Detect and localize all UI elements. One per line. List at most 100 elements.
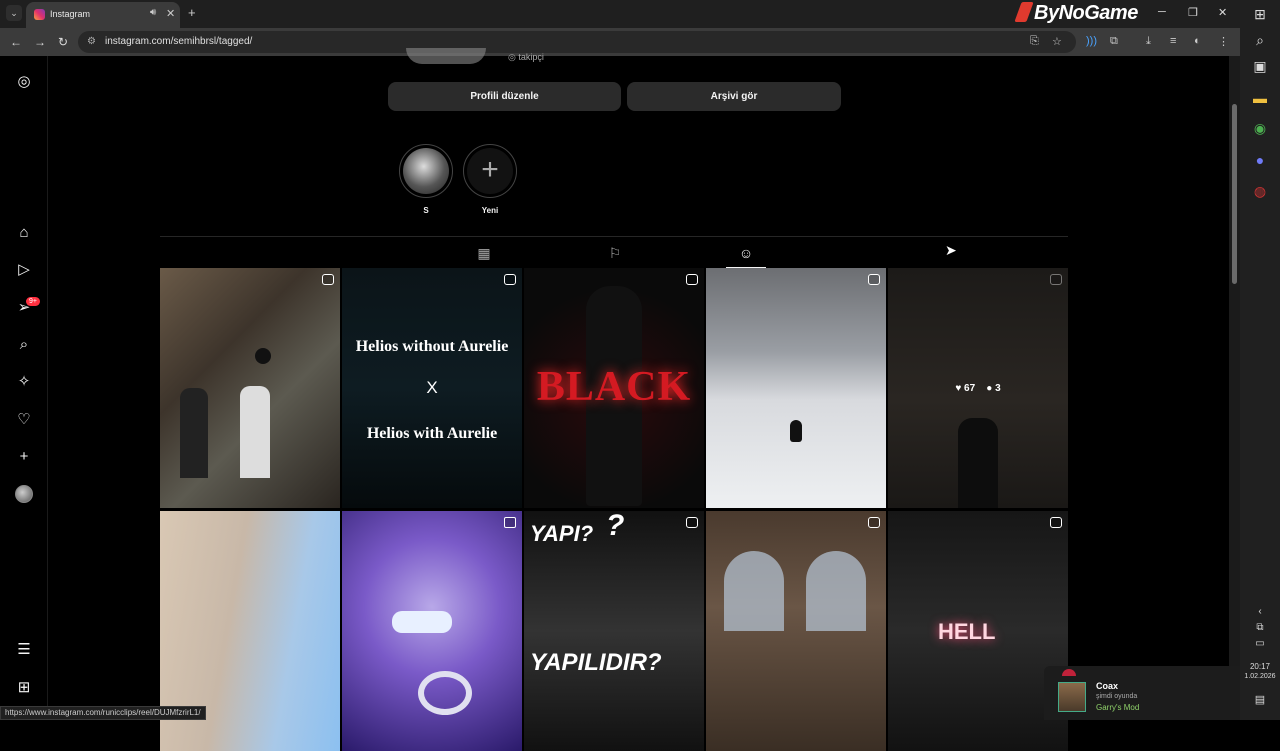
browser-toolbar: ← → ↻ ⚙ instagram.com/semihbrsl/tagged/ … (0, 28, 1240, 56)
page-scrollbar[interactable] (1229, 56, 1240, 720)
new-tab-button[interactable]: + (188, 5, 196, 20)
speaking-icon (255, 348, 271, 364)
minimize-button[interactable]: ─ (1158, 6, 1166, 18)
media-control-icon[interactable]: ≡ (1170, 35, 1176, 47)
reel-icon (686, 517, 698, 528)
post-caption-x: X (426, 378, 438, 397)
install-app-icon[interactable]: ⎘ (1030, 35, 1039, 48)
grid-post-1[interactable] (160, 268, 340, 508)
search-icon[interactable]: ⌕ (1250, 30, 1270, 50)
close-tab-icon[interactable]: ✕ (166, 7, 175, 20)
clock-time[interactable]: 20:17 (1240, 662, 1280, 671)
network-icon[interactable]: ▭ (1250, 634, 1270, 654)
reel-icon (1050, 274, 1062, 285)
post-caption-top: Helios without Aurelie (355, 338, 509, 355)
grid-post-8[interactable]: YAPI? ? YAPILIDIR? (524, 511, 704, 751)
close-window-button[interactable]: ✕ (1218, 6, 1227, 19)
grid-post-3[interactable]: BLACK (524, 268, 704, 508)
explore-icon[interactable]: ✧ (14, 372, 34, 392)
reel-icon (504, 274, 516, 285)
game-activity-toast[interactable]: Coax şimdi oyunda Garry's Mod (1044, 666, 1240, 720)
create-icon[interactable]: + (14, 447, 34, 467)
friend-name: Coax (1096, 681, 1119, 691)
menu-icon[interactable]: ⋮ (1218, 35, 1229, 48)
site-info-icon[interactable]: ⚙ (87, 36, 96, 47)
tagged-icon[interactable]: ☺ (736, 245, 756, 265)
highlight-new[interactable]: + Yeni (462, 144, 518, 215)
post-caption-bottom: Helios with Aurelie (366, 425, 498, 442)
like-count: 67 (964, 383, 976, 394)
friend-game: Garry's Mod (1096, 703, 1140, 712)
profile-main: ◎ takipçi Profili düzenle Arşivi gör S +… (48, 48, 1228, 751)
notification-badge: 9+ (26, 297, 40, 306)
followers-count[interactable]: ◎ takipçi (508, 52, 544, 63)
comment-bubble-icon: ● (986, 383, 993, 394)
bookmark-star-icon[interactable]: ☆ (1052, 35, 1062, 48)
profile-icon[interactable]: ◐ (1194, 35, 1201, 47)
extension-wave-icon[interactable]: ))) (1086, 35, 1097, 47)
comment-count: 3 (995, 383, 1001, 394)
discord-icon[interactable]: ● (1250, 150, 1270, 170)
grid-post-10[interactable]: HELL (888, 511, 1068, 751)
windows-taskbar: ⊞ ⌕ ▣ ▬ ◉ ● ◍ ‹ ⧉ ▭ 20:17 1.02.2026 ▤ (1240, 0, 1280, 720)
extensions-icon[interactable]: ⧉ (1110, 35, 1118, 48)
address-bar[interactable]: ⚙ instagram.com/semihbrsl/tagged/ ⎘ ☆ (78, 31, 1076, 53)
home-icon[interactable]: ⌂ (14, 223, 34, 243)
post-question-mark: ? (606, 511, 625, 542)
grid-post-4[interactable] (706, 268, 886, 508)
edit-profile-button[interactable]: Profili düzenle (388, 82, 621, 111)
highlight-label: S (423, 206, 429, 215)
posts-grid-icon[interactable]: ▦ (474, 245, 494, 265)
grid-post-5[interactable]: ♥ 67 ● 3 (888, 268, 1068, 508)
highlight-s[interactable]: S (398, 144, 454, 215)
profile-tabs: ▦ ⚐ ☺ (160, 236, 1068, 268)
grid-post-7[interactable] (342, 511, 522, 751)
tab-title: Instagram (50, 9, 91, 19)
start-icon[interactable]: ⊞ (1250, 4, 1270, 24)
audio-playing-icon[interactable]: 🔊︎ (150, 7, 156, 18)
penguin (790, 420, 802, 442)
app-icon[interactable]: ◍ (1250, 181, 1270, 201)
saved-bookmark-icon[interactable]: ⚐ (605, 245, 625, 265)
reels-icon[interactable]: ▷ (14, 260, 34, 280)
view-archive-button[interactable]: Arşivi gör (627, 82, 841, 111)
instagram-favicon-icon (34, 9, 45, 20)
also-from-meta-icon[interactable]: ⊞ (14, 678, 34, 698)
url-text[interactable]: instagram.com/semihbrsl/tagged/ (105, 36, 252, 47)
instagram-sidebar: ◎ ⌂ ▷ ➢ 9+ ⌕ ✧ ♡ + ☰ ⊞ (0, 56, 48, 720)
forward-button[interactable]: → (34, 35, 46, 49)
friend-status: şimdi oyunda (1096, 693, 1138, 700)
tab-search-button[interactable]: ⌄ (6, 5, 22, 21)
browser-tab[interactable]: Instagram 🔊︎ ✕ (26, 2, 180, 28)
restore-button[interactable]: ❐ (1188, 6, 1198, 19)
clock-date[interactable]: 1.02.2026 (1240, 673, 1280, 680)
reel-icon (868, 517, 880, 528)
scrollbar-thumb[interactable] (1232, 104, 1237, 284)
task-view-icon[interactable]: ▣ (1250, 56, 1270, 76)
post-black-word: BLACK (536, 364, 692, 410)
post-hell-text: HELL (938, 619, 996, 644)
chrome-icon[interactable]: ◉ (1250, 118, 1270, 138)
more-menu-icon[interactable]: ☰ (14, 640, 34, 660)
grid-post-9[interactable] (706, 511, 886, 751)
mouse-cursor: ➤ (945, 242, 957, 258)
highlight-label: Yeni (481, 206, 499, 215)
grid-post-2[interactable]: Helios without Aurelie X Helios with Aur… (342, 268, 522, 508)
heart-icon[interactable]: ♡ (14, 410, 34, 430)
back-button[interactable]: ← (10, 35, 22, 49)
notifications-icon[interactable]: ▤ (1250, 690, 1270, 710)
file-explorer-icon[interactable]: ▬ (1250, 88, 1270, 108)
post-yapi-text: YAPI? (530, 521, 594, 546)
plus-icon: + (467, 148, 513, 194)
tagged-grid: Helios without Aurelie X Helios with Aur… (160, 268, 1068, 751)
profile-avatar[interactable] (15, 485, 33, 503)
reload-button[interactable]: ↻ (58, 35, 68, 49)
profile-picture[interactable] (406, 48, 486, 64)
instagram-logo-icon[interactable]: ◎ (14, 72, 34, 92)
reel-icon (686, 274, 698, 285)
download-icon[interactable]: ⤓ (1146, 35, 1151, 48)
link-status-bar: https://www.instagram.com/runicclips/ree… (0, 706, 206, 720)
search-icon[interactable]: ⌕ (14, 335, 34, 355)
post-hover-stats: ♥ 67 ● 3 (888, 383, 1068, 394)
reel-icon (1050, 517, 1062, 528)
